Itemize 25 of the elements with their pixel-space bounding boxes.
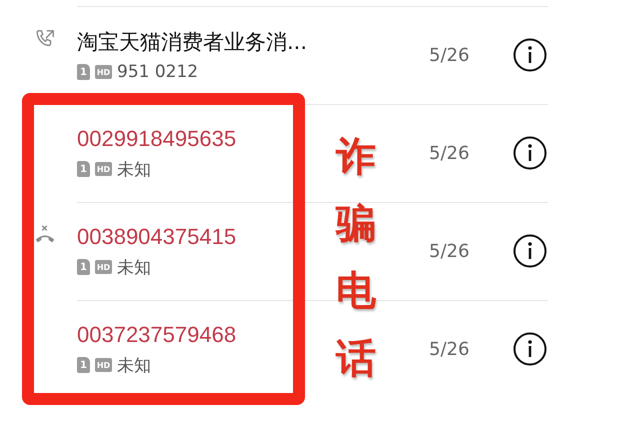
caller-name: 0038904375415 <box>77 224 238 250</box>
call-date: 5/26 <box>429 142 470 164</box>
info-icon[interactable] <box>513 38 547 72</box>
caller-name: 0029918495635 <box>77 126 238 152</box>
sim-indicator: 1 <box>77 161 90 177</box>
caller-name: 淘宝天猫消费者业务消... <box>77 29 308 56</box>
caller-name: 0037237579468 <box>77 322 238 348</box>
sim-indicator: 1 <box>77 357 90 373</box>
info-icon[interactable] <box>513 332 547 366</box>
hd-indicator: HD <box>95 162 112 176</box>
call-date: 5/26 <box>429 44 470 66</box>
sim-indicator: 1 <box>77 259 90 275</box>
caller-detail: 未知 <box>117 354 151 376</box>
caller-detail: 未知 <box>117 256 151 278</box>
caller-detail: 951 0212 <box>117 62 198 82</box>
annotation-label: 诈骗电话 <box>336 133 376 384</box>
info-icon[interactable] <box>513 234 547 268</box>
info-icon[interactable] <box>513 136 547 170</box>
hd-indicator: HD <box>95 358 112 372</box>
call-date: 5/26 <box>429 338 470 360</box>
call-date: 5/26 <box>429 240 470 262</box>
sim-indicator: 1 <box>77 64 90 80</box>
hd-indicator: HD <box>95 65 112 79</box>
caller-detail: 未知 <box>117 158 151 180</box>
hd-indicator: HD <box>95 260 112 274</box>
